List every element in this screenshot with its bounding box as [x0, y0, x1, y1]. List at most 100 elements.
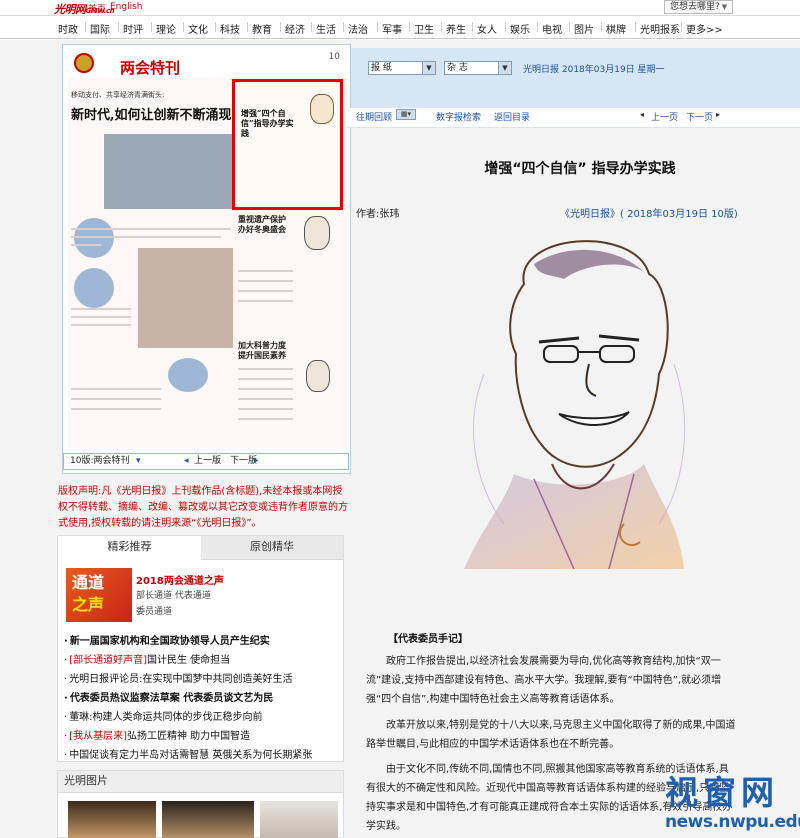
paper-graphic: [74, 268, 114, 308]
edition-date: 光明日报 2018年03月19日 星期一: [523, 65, 665, 75]
photo-thumb[interactable]: [260, 801, 338, 838]
nav-item-19[interactable]: 更多>>: [686, 21, 723, 36]
news-text[interactable]: 中国促谈有定力半岛对话需智慧 英俄关系为何长期紧张: [69, 750, 312, 761]
nav-item-12[interactable]: 养生: [446, 21, 466, 36]
news-text[interactable]: 代表委员热议监察法草案 代表委员谈文艺为民: [70, 693, 273, 704]
nav-item-18[interactable]: 光明报系: [640, 21, 680, 36]
next-page-link[interactable]: 下一页: [686, 110, 713, 123]
prev-page-link[interactable]: 上一版: [194, 454, 221, 469]
paper-photo-people: [138, 248, 233, 348]
photo-box: 光明图片: [57, 770, 344, 838]
next-arrow-icon[interactable]: ▸: [254, 454, 259, 469]
promo-links[interactable]: 委员通道: [136, 604, 172, 617]
tab-header: 精彩推荐 原创精华: [58, 536, 343, 560]
next-page-link[interactable]: 下一版: [230, 454, 257, 469]
paper-headline: 新时代,如何让创新不断涌现: [71, 108, 232, 123]
chevron-down-icon[interactable]: ▾: [136, 454, 141, 469]
nav-item-2[interactable]: 时评: [123, 21, 143, 36]
paper-side-title: 重视遗产保护办好冬奥盛会: [238, 214, 286, 234]
nav-item-1[interactable]: 国际: [90, 21, 110, 36]
nav-item-15[interactable]: 电视: [542, 21, 562, 36]
where-to-go-dropdown[interactable]: 您想去哪里? ▼: [664, 0, 734, 14]
nav-item-7[interactable]: 经济: [285, 21, 305, 36]
article-source[interactable]: 《光明日报》( 2018年03月19日 10版): [560, 205, 738, 220]
past-issues-link[interactable]: 往期回顾: [356, 110, 392, 123]
paper-text-line: [238, 378, 293, 380]
magazine-select[interactable]: 杂 志 ▼: [444, 61, 512, 75]
section-label: 【代表委员手记】: [388, 634, 468, 645]
paper-graphic: [168, 358, 208, 392]
bullet-icon: ·: [64, 731, 68, 742]
newspaper-select[interactable]: 报 纸 ▼: [368, 61, 436, 75]
photo-thumb[interactable]: [68, 801, 156, 838]
bullet-icon: ·: [64, 655, 68, 666]
back-to-index-link[interactable]: 返回目录: [494, 110, 530, 123]
portrait-thumb: [306, 360, 330, 392]
chevron-down-icon: ▼: [498, 62, 511, 74]
paper-graphic: [74, 218, 114, 258]
prev-arrow-icon[interactable]: ◂: [640, 110, 644, 119]
nav-item-5[interactable]: 科技: [220, 21, 240, 36]
nav-separator: [409, 22, 410, 32]
page-label[interactable]: 10版:两会特刊: [70, 454, 130, 469]
prev-page-link[interactable]: 上一页: [651, 110, 678, 123]
promo-title[interactable]: 2018两会通道之声: [136, 572, 224, 587]
nav-item-3[interactable]: 理论: [156, 21, 176, 36]
nav-item-4[interactable]: 文化: [188, 21, 208, 36]
nav-separator: [537, 22, 538, 32]
news-list-item[interactable]: · 董琳:构建人类命运共同体的步伐正稳步向前: [64, 708, 263, 723]
nav-item-10[interactable]: 军事: [382, 21, 402, 36]
masthead-title: 两会特刊: [120, 59, 181, 77]
nav-item-9[interactable]: 法治: [348, 21, 368, 36]
nav-separator: [635, 22, 636, 32]
news-list-item[interactable]: · [我从基层来]弘扬工匠精神 助力中国智造: [64, 727, 250, 742]
prev-arrow-icon[interactable]: ◂: [184, 454, 189, 469]
nav-separator: [247, 22, 248, 32]
paper-text-line: [238, 418, 293, 420]
news-list-item[interactable]: · [部长通道好声音]国计民生 使命担当: [64, 651, 230, 666]
article-paragraph: 政府工作报告提出,以经济社会发展需要为导向,优化高等教育结构,加快“双一流”建设…: [366, 656, 722, 705]
nav-item-17[interactable]: 棋牌: [606, 21, 626, 36]
promo-image[interactable]: 通道 之声: [66, 568, 132, 622]
chevron-down-icon: ▼: [721, 3, 728, 11]
news-text[interactable]: 新一届国家机构和全国政协领导人员产生纪实: [70, 636, 270, 647]
home-link[interactable]: 首页: [88, 2, 106, 15]
boxed-article-title: 增强“四个自信”指导办学实践: [241, 108, 294, 138]
selected-article-highlight[interactable]: 增强“四个自信”指导办学实践: [232, 79, 343, 210]
news-text[interactable]: 董琳:构建人类命运共同体的步伐正稳步向前: [69, 712, 262, 723]
news-tag[interactable]: [部长通道好声音]: [69, 655, 147, 666]
news-list-item[interactable]: · 光明日报评论员:在实现中国梦中共同创造美好生活: [64, 670, 293, 685]
paper-side-title: 加大科普力度提升国民素养: [238, 340, 286, 360]
nav-separator: [377, 22, 378, 32]
news-text[interactable]: 弘扬工匠精神 助力中国智造: [127, 731, 250, 742]
news-text[interactable]: 国计民生 使命担当: [147, 655, 230, 666]
news-list-item[interactable]: · 中国促谈有定力半岛对话需智慧 英俄关系为何长期紧张: [64, 746, 312, 761]
nav-item-16[interactable]: 图片: [574, 21, 594, 36]
next-arrow-icon[interactable]: ▸: [716, 110, 720, 119]
paper-text-line: [71, 316, 131, 318]
bullet-icon: ·: [64, 636, 68, 647]
tab-original[interactable]: 原创精华: [201, 536, 343, 560]
nav-separator: [215, 22, 216, 32]
nav-item-13[interactable]: 女人: [477, 21, 497, 36]
paper-text-line: [71, 244, 101, 246]
paper-text-line: [238, 300, 293, 302]
nav-item-0[interactable]: 时政: [58, 21, 78, 36]
tab-featured[interactable]: 精彩推荐: [58, 536, 201, 560]
article-author: 作者:张玮: [356, 209, 400, 220]
english-link[interactable]: English: [110, 2, 143, 12]
news-tag[interactable]: [我从基层来]: [69, 731, 127, 742]
nav-item-14[interactable]: 娱乐: [510, 21, 530, 36]
nav-item-11[interactable]: 卫生: [414, 21, 434, 36]
news-text[interactable]: 光明日报评论员:在实现中国梦中共同创造美好生活: [69, 674, 292, 685]
news-list-item[interactable]: · 新一届国家机构和全国政协领导人员产生纪实: [64, 632, 270, 647]
nav-item-6[interactable]: 教育: [252, 21, 272, 36]
nav-separator: [85, 22, 86, 32]
photo-thumb[interactable]: [162, 801, 254, 838]
calendar-icon[interactable]: ▦▾: [396, 109, 416, 120]
nav-item-8[interactable]: 生活: [316, 21, 336, 36]
news-list-item[interactable]: · 代表委员热议监察法草案 代表委员谈文艺为民: [64, 689, 273, 704]
digital-search-link[interactable]: 数字报检索: [436, 110, 481, 123]
paper-text-line: [238, 388, 293, 390]
promo-links[interactable]: 部长通道 代表通道: [136, 588, 211, 601]
